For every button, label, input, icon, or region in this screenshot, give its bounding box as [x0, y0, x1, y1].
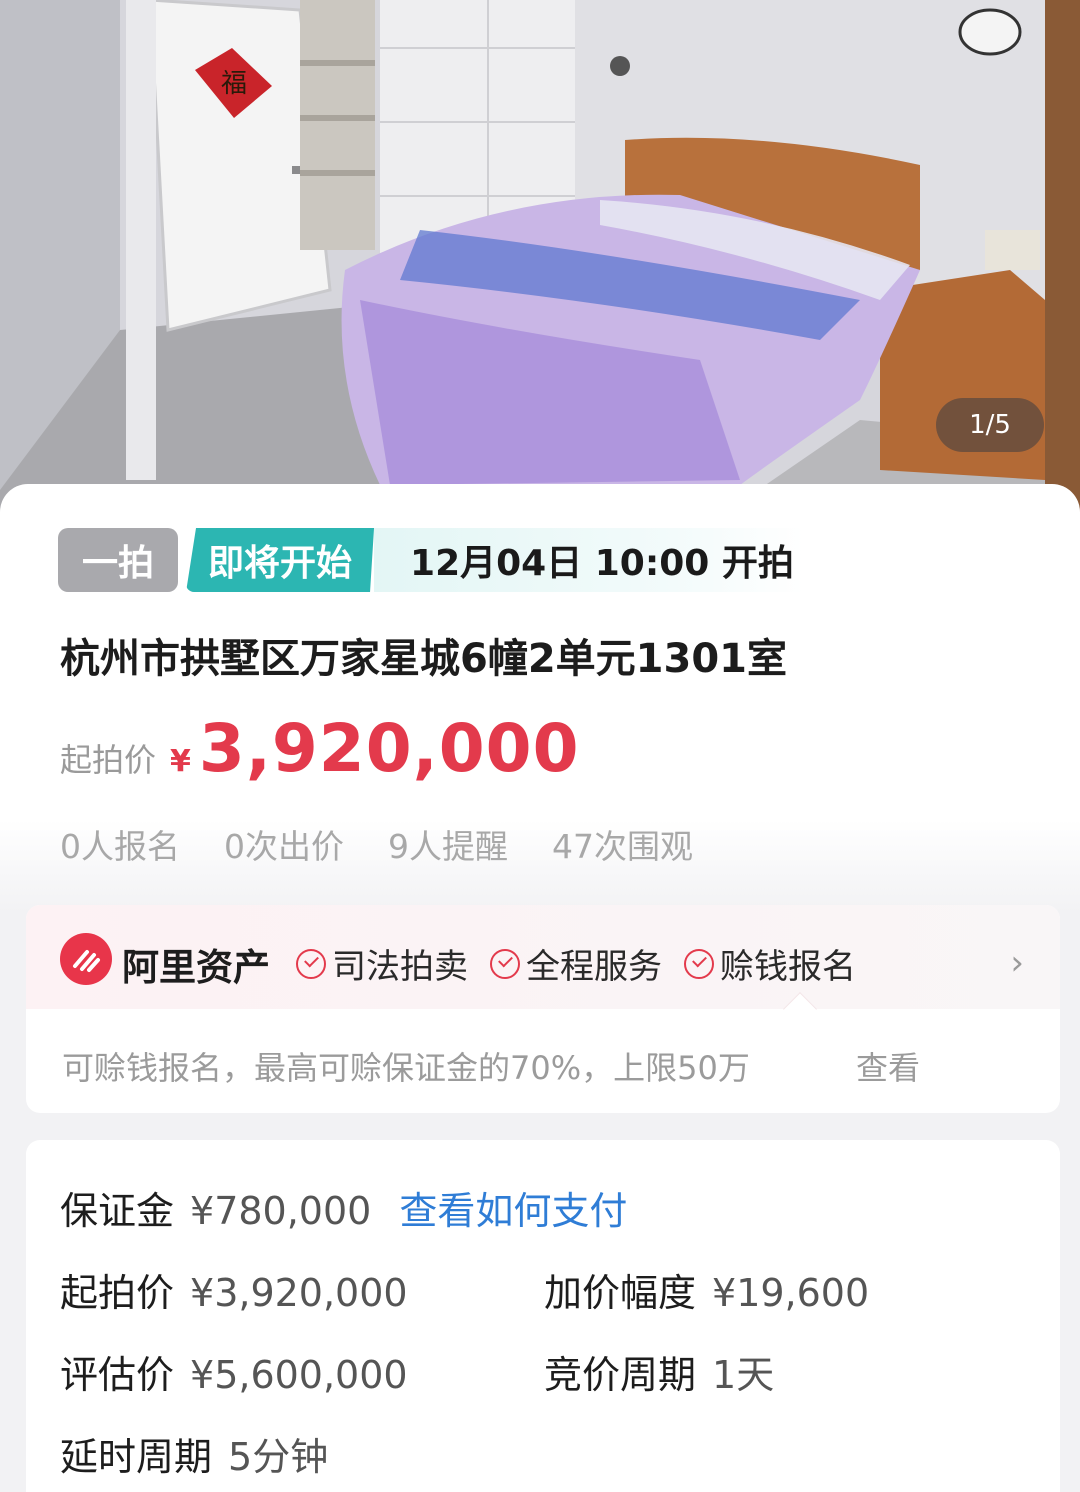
start-price-row: 起拍价 ¥ 3,920,000	[60, 710, 580, 787]
ali-service-card[interactable]: 阿里资产 司法拍卖 全程服务 赊钱报名 › 可赊钱报名，最高可赊保证金的70%，…	[26, 905, 1060, 1113]
auction-details-card: 保证金 ¥780,000 查看如何支付 起拍价 ¥3,920,000 加价幅度 …	[26, 1140, 1060, 1492]
increment-value: ¥19,600	[712, 1271, 870, 1315]
tag-label: 司法拍卖	[332, 947, 468, 987]
tag-full-service: 全程服务	[490, 939, 662, 988]
tag-credit-registration: 赊钱报名	[684, 939, 856, 988]
start-time: 12月04日 10:00 开拍	[374, 528, 805, 592]
deposit-row: 保证金 ¥780,000 查看如何支付	[60, 1180, 627, 1235]
check-circle-icon	[684, 948, 714, 979]
auction-stats: 0人报名 0次出价 9人提醒 47次围观	[60, 820, 737, 868]
extension-row: 延时周期 5分钟	[60, 1426, 328, 1481]
start-price-detail-value: ¥3,920,000	[190, 1271, 408, 1315]
bid-cycle-value: 1天	[712, 1353, 775, 1397]
property-photo[interactable]: 福 1/5	[0, 0, 1080, 530]
stat-registrations: 0人报名	[60, 827, 180, 866]
tag-judicial-auction: 司法拍卖	[296, 939, 468, 988]
appraisal-value: ¥5,600,000	[190, 1353, 408, 1397]
round-tag: 一拍	[58, 528, 178, 592]
credit-info-text: 可赊钱报名，最高可赊保证金的70%，上限50万	[62, 1049, 750, 1087]
bedroom-photo-illustration: 福	[0, 0, 1080, 530]
start-price-detail-row: 起拍价 ¥3,920,000	[60, 1262, 408, 1317]
photo-counter: 1/5	[936, 398, 1044, 452]
property-title: 杭州市拱墅区万家星城6幢2单元1301室	[60, 636, 787, 682]
start-price-value: 3,920,000	[198, 710, 580, 787]
appraisal-row: 评估价 ¥5,600,000	[60, 1344, 408, 1399]
status-tag: 即将开始	[186, 528, 374, 592]
currency-symbol: ¥	[170, 744, 191, 779]
extension-value: 5分钟	[228, 1435, 329, 1479]
stat-views: 47次围观	[552, 827, 693, 866]
ali-service-header[interactable]: 阿里资产 司法拍卖 全程服务 赊钱报名 ›	[26, 905, 1060, 1009]
tag-label: 全程服务	[526, 947, 662, 987]
ali-asset-logo-icon	[60, 933, 112, 985]
increment-row: 加价幅度 ¥19,600	[544, 1262, 869, 1317]
appraisal-label: 评估价	[60, 1353, 175, 1397]
ali-service-tags: 司法拍卖 全程服务 赊钱报名	[296, 939, 878, 988]
stat-bids: 0次出价	[224, 827, 344, 866]
bid-cycle-label: 竞价周期	[544, 1353, 697, 1397]
check-circle-icon	[490, 948, 520, 979]
bid-cycle-row: 竞价周期 1天	[544, 1344, 774, 1399]
tag-label: 赊钱报名	[720, 947, 856, 987]
deposit-value: ¥780,000	[190, 1189, 372, 1233]
check-circle-icon	[296, 948, 326, 979]
door-sign-text: 福	[221, 69, 247, 99]
ali-brand-name: 阿里资产	[122, 946, 270, 989]
price-label: 起拍价	[60, 741, 157, 779]
extension-label: 延时周期	[60, 1435, 213, 1479]
how-to-pay-link[interactable]: 查看如何支付	[399, 1180, 627, 1235]
view-credit-link[interactable]: 查看	[856, 1043, 920, 1089]
increment-label: 加价幅度	[544, 1271, 697, 1315]
start-price-label: 起拍价	[60, 1271, 175, 1315]
stat-reminders: 9人提醒	[388, 827, 508, 866]
deposit-label: 保证金	[60, 1189, 175, 1233]
chevron-right-icon[interactable]: ›	[1010, 943, 1024, 983]
auction-info-card: 一拍 即将开始 12月04日 10:00 开拍 杭州市拱墅区万家星城6幢2单元1…	[0, 484, 1080, 914]
auction-status-row: 一拍 即将开始 12月04日 10:00 开拍	[58, 528, 805, 592]
